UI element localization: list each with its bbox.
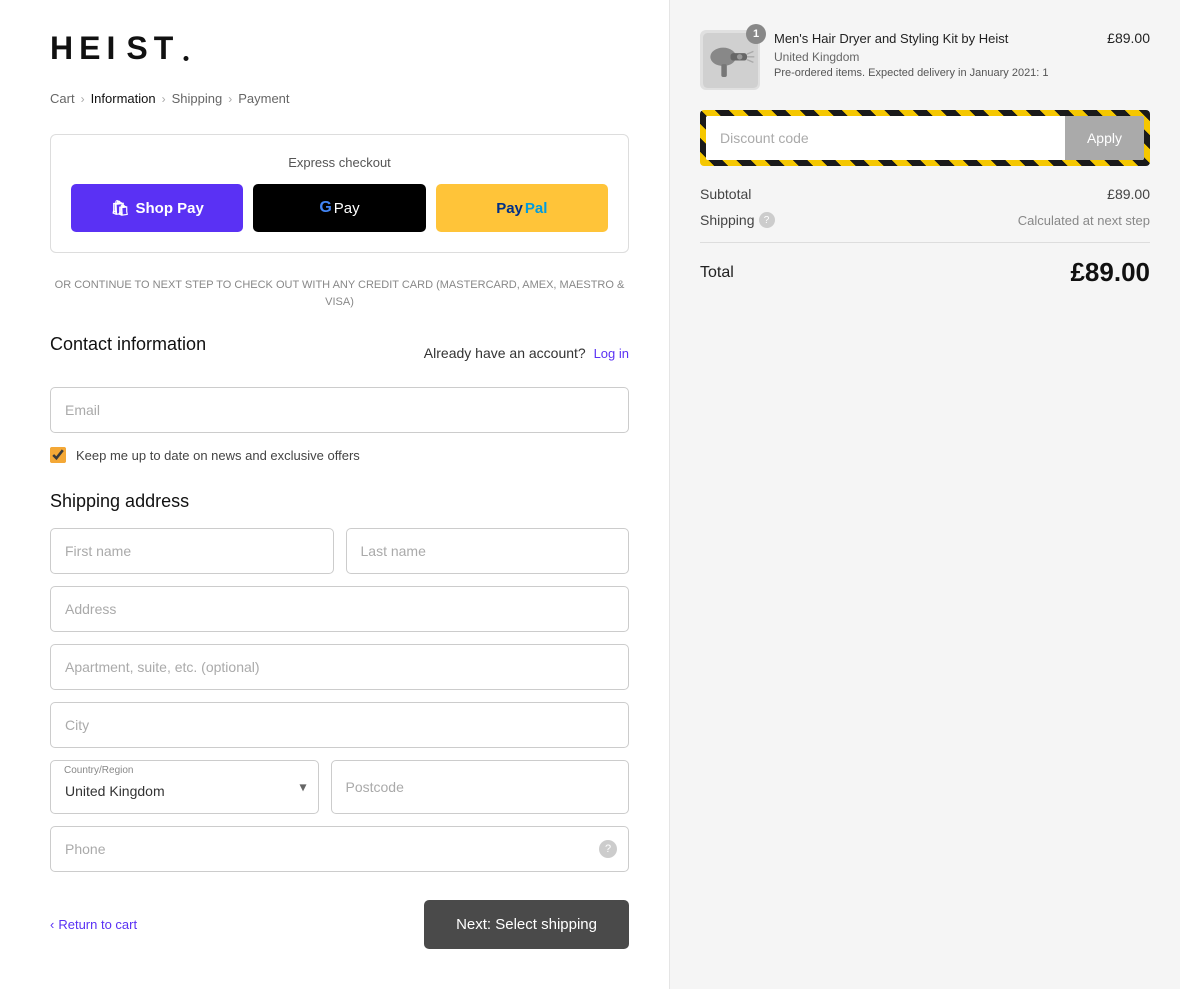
or-continue-text: OR CONTINUE TO NEXT STEP TO CHECK OUT WI…: [50, 277, 629, 310]
product-note: Pre-ordered items. Expected delivery in …: [774, 67, 1093, 79]
phone-row: ?: [50, 826, 629, 872]
email-row: [50, 387, 629, 433]
total-amount: £89.00: [1070, 257, 1150, 288]
subtotal-line: Subtotal £89.00: [700, 186, 1150, 202]
breadcrumb-cart[interactable]: Cart: [50, 91, 75, 106]
login-link[interactable]: Log in: [594, 346, 629, 361]
product-item: 1 Men's Hair Dryer and Styling Kit by He…: [700, 30, 1150, 90]
express-checkout-title: Express checkout: [71, 155, 608, 170]
breadcrumb-sep-2: ›: [162, 92, 166, 106]
next-shipping-button[interactable]: Next: Select shipping: [424, 900, 629, 949]
google-pay-button[interactable]: G Pay: [253, 184, 425, 232]
chevron-left-icon: ‹: [50, 917, 54, 932]
left-panel: HEIST Cart › Information › Shipping › Pa…: [0, 0, 670, 989]
newsletter-row: Keep me up to date on news and exclusive…: [50, 447, 629, 463]
logo-text: HEIST: [50, 30, 179, 66]
express-checkout-section: Express checkout 🛍 Shop Pay G Pay: [50, 134, 629, 253]
country-select[interactable]: United Kingdom: [50, 760, 319, 814]
discount-stripe-border: Apply: [700, 110, 1150, 166]
apt-field[interactable]: [50, 644, 629, 690]
shipping-section: Shipping address Country/Region United K…: [50, 491, 629, 872]
order-summary: Subtotal £89.00 Shipping ? Calculated at…: [700, 186, 1150, 288]
apply-discount-button[interactable]: Apply: [1065, 116, 1144, 160]
shop-pay-bag-icon: 🛍: [110, 199, 129, 217]
phone-help-icon[interactable]: ?: [599, 840, 617, 858]
shipping-line: Shipping ? Calculated at next step: [700, 212, 1150, 228]
contact-section: Contact information Already have an acco…: [50, 334, 629, 463]
product-price: £89.00: [1107, 30, 1150, 46]
paypal-button[interactable]: PayPal: [436, 184, 608, 232]
breadcrumb-payment[interactable]: Payment: [238, 91, 289, 106]
product-variant: United Kingdom: [774, 50, 1093, 64]
return-to-cart-link[interactable]: ‹ Return to cart: [50, 917, 137, 932]
breadcrumb-shipping[interactable]: Shipping: [172, 91, 223, 106]
return-link-text: Return to cart: [58, 917, 137, 932]
right-panel: 1 Men's Hair Dryer and Styling Kit by He…: [670, 0, 1180, 989]
country-postcode-row: Country/Region United Kingdom ▾: [50, 760, 629, 814]
total-label: Total: [700, 264, 734, 282]
contact-title: Contact information: [50, 334, 206, 355]
breadcrumb-sep-3: ›: [228, 92, 232, 106]
shipping-label: Shipping: [700, 212, 755, 228]
address-field[interactable]: [50, 586, 629, 632]
product-name: Men's Hair Dryer and Styling Kit by Heis…: [774, 30, 1093, 48]
country-select-wrapper: Country/Region United Kingdom ▾: [50, 760, 319, 814]
breadcrumb: Cart › Information › Shipping › Payment: [50, 91, 629, 106]
newsletter-label: Keep me up to date on news and exclusive…: [76, 448, 360, 463]
product-info: Men's Hair Dryer and Styling Kit by Heis…: [774, 30, 1093, 79]
breadcrumb-information: Information: [91, 91, 156, 106]
total-line: Total £89.00: [700, 257, 1150, 288]
already-account-text: Already have an account? Log in: [424, 345, 629, 361]
name-row: [50, 528, 629, 574]
shop-pay-label: Shop Pay: [136, 200, 204, 217]
subtotal-value: £89.00: [1107, 186, 1150, 202]
apt-row: [50, 644, 629, 690]
gpay-label: Pay: [334, 200, 360, 217]
breadcrumb-sep-1: ›: [81, 92, 85, 106]
shipping-title: Shipping address: [50, 491, 629, 512]
shipping-help-icon[interactable]: ?: [759, 212, 775, 228]
express-buttons: 🛍 Shop Pay G Pay PayPal: [71, 184, 608, 232]
shop-pay-button[interactable]: 🛍 Shop Pay: [71, 184, 243, 232]
discount-section: Apply: [700, 110, 1150, 166]
address-row: [50, 586, 629, 632]
discount-code-input[interactable]: [706, 116, 1065, 160]
city-row: [50, 702, 629, 748]
shipping-value: Calculated at next step: [1018, 213, 1150, 228]
subtotal-label: Subtotal: [700, 186, 751, 202]
email-field[interactable]: [50, 387, 629, 433]
form-footer: ‹ Return to cart Next: Select shipping: [50, 900, 629, 949]
summary-divider: [700, 242, 1150, 243]
city-field[interactable]: [50, 702, 629, 748]
first-name-field[interactable]: [50, 528, 334, 574]
product-quantity-badge: 1: [746, 24, 766, 44]
postcode-field[interactable]: [331, 760, 630, 814]
last-name-field[interactable]: [346, 528, 630, 574]
phone-field[interactable]: [50, 826, 629, 872]
logo: HEIST: [50, 30, 629, 91]
newsletter-checkbox[interactable]: [50, 447, 66, 463]
product-image-wrap: 1: [700, 30, 760, 90]
discount-inner: Apply: [706, 116, 1144, 160]
